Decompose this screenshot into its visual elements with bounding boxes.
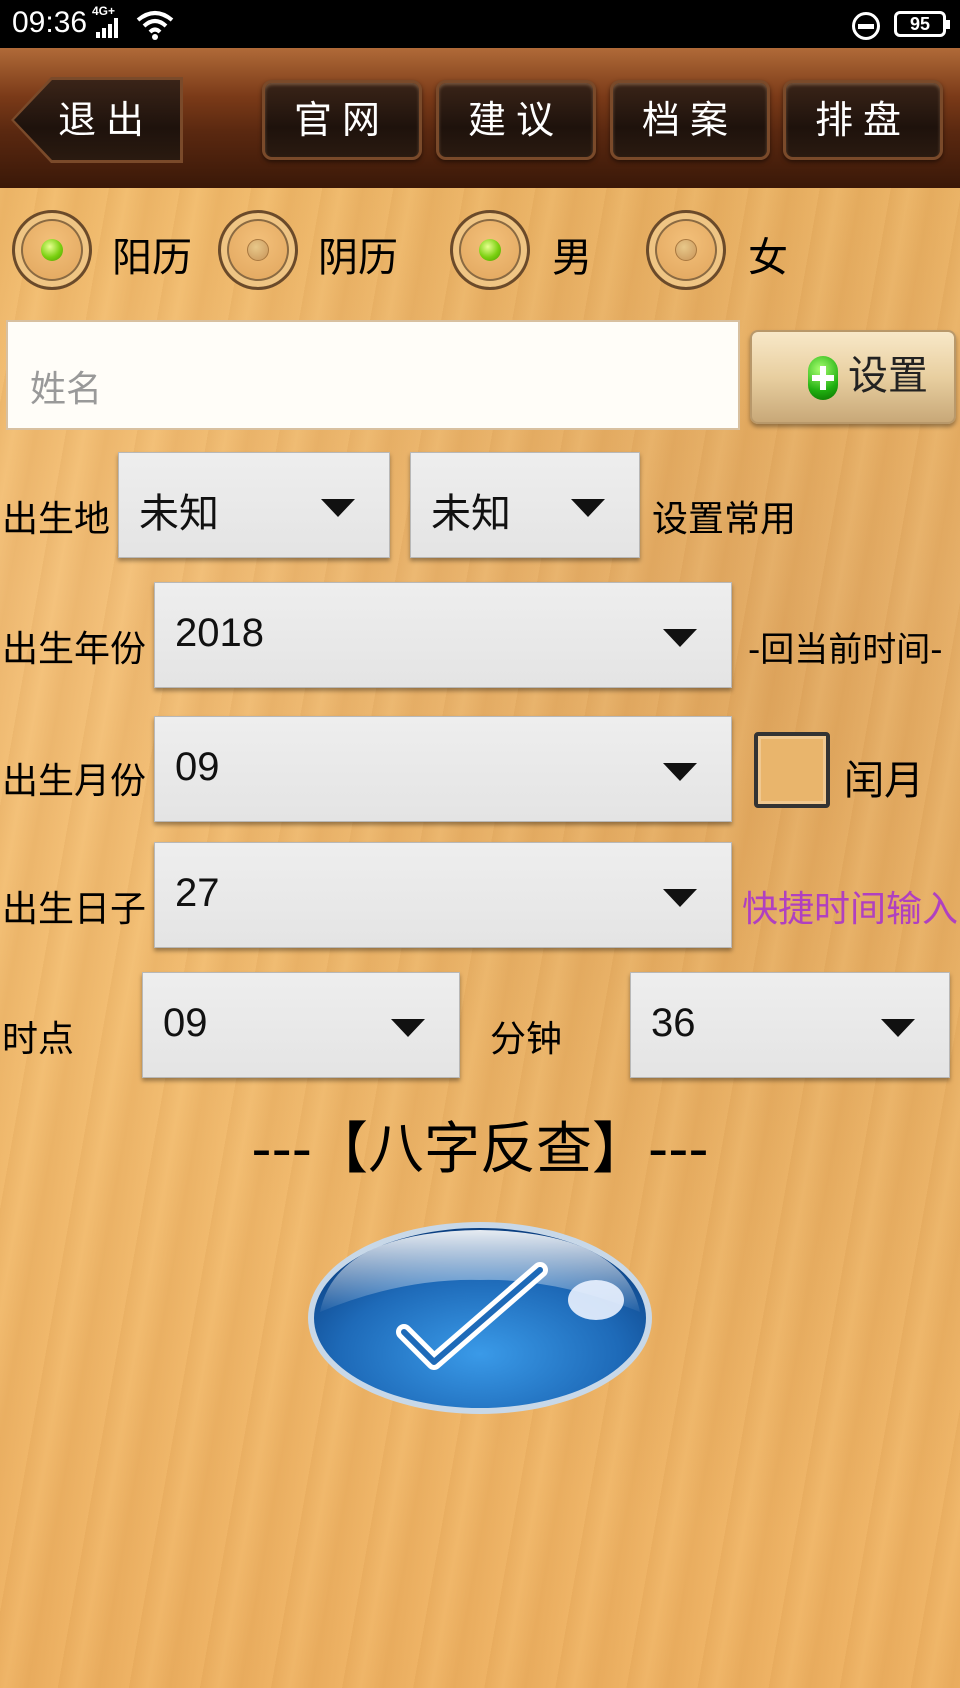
do-not-disturb-icon: [852, 12, 880, 40]
battery-icon: 95: [894, 11, 950, 37]
female-radio[interactable]: [646, 210, 726, 290]
male-label: 男: [552, 235, 592, 281]
quick-time-input-link[interactable]: 快捷时间输入: [742, 880, 958, 932]
city-value: 未知: [431, 492, 511, 536]
radio-selected-dot: [41, 239, 63, 261]
leap-month-checkbox[interactable]: [754, 732, 830, 808]
suggestion-button[interactable]: 建议: [436, 80, 596, 160]
minute-label: 分钟: [490, 1019, 563, 1060]
birth-year-label: 出生年份: [2, 629, 147, 670]
chevron-down-icon: [663, 889, 697, 907]
paipan-button[interactable]: 排盘: [783, 80, 943, 160]
radio-selected-dot: [479, 239, 501, 261]
radio-unselected-dot: [675, 239, 697, 261]
province-value: 未知: [139, 492, 219, 536]
birth-year-select[interactable]: 2018: [154, 582, 732, 688]
radio-unselected-dot: [247, 239, 269, 261]
official-site-button[interactable]: 官网: [262, 80, 422, 160]
set-common-link[interactable]: 设置常用: [652, 490, 796, 542]
solar-calendar-label: 阳历: [112, 235, 192, 281]
birth-month-value: 09: [175, 745, 220, 789]
hour-label: 时点: [2, 1019, 75, 1060]
set-button-label: 设置: [848, 353, 928, 399]
status-bar: 09:36 4G+ 95: [0, 0, 960, 48]
birthplace-label: 出生地: [2, 499, 111, 540]
chevron-down-icon: [321, 499, 355, 517]
chevron-down-icon: [571, 499, 605, 517]
lunar-calendar-radio[interactable]: [218, 210, 298, 290]
confirm-button[interactable]: [306, 1220, 654, 1416]
chevron-down-icon: [663, 763, 697, 781]
chevron-down-icon: [391, 1019, 425, 1037]
hour-select[interactable]: 09: [142, 972, 460, 1078]
signal-icon: [96, 18, 124, 38]
set-button[interactable]: 设置: [750, 330, 956, 424]
archive-button[interactable]: 档案: [610, 80, 770, 160]
minute-select[interactable]: 36: [630, 972, 950, 1078]
solar-calendar-radio[interactable]: [12, 210, 92, 290]
network-type: 4G+: [92, 4, 116, 18]
chevron-down-icon: [663, 629, 697, 647]
minute-value: 36: [651, 1001, 696, 1045]
lunar-calendar-label: 阴历: [318, 235, 398, 281]
birth-day-select[interactable]: 27: [154, 842, 732, 948]
male-radio[interactable]: [450, 210, 530, 290]
city-select[interactable]: 未知: [410, 452, 640, 558]
wifi-icon: [136, 11, 174, 40]
chevron-down-icon: [881, 1019, 915, 1037]
name-input[interactable]: 姓名: [6, 320, 740, 430]
hour-value: 09: [163, 1001, 208, 1045]
birth-year-value: 2018: [175, 611, 264, 655]
back-to-now-link[interactable]: -回当前时间-: [748, 622, 943, 671]
bazi-lookup-link[interactable]: ---【八字反查】---: [0, 1104, 960, 1185]
female-label: 女: [748, 235, 788, 281]
birth-month-select[interactable]: 09: [154, 716, 732, 822]
plus-icon: [808, 356, 838, 400]
status-time: 09:36: [12, 6, 88, 39]
birth-day-label: 出生日子: [2, 889, 147, 930]
leap-month-label: 闰月: [844, 758, 924, 804]
top-toolbar: 退出 官网 建议 档案 排盘: [0, 48, 960, 188]
province-select[interactable]: 未知: [118, 452, 390, 558]
birth-month-label: 出生月份: [2, 761, 147, 802]
birth-day-value: 27: [175, 871, 220, 915]
